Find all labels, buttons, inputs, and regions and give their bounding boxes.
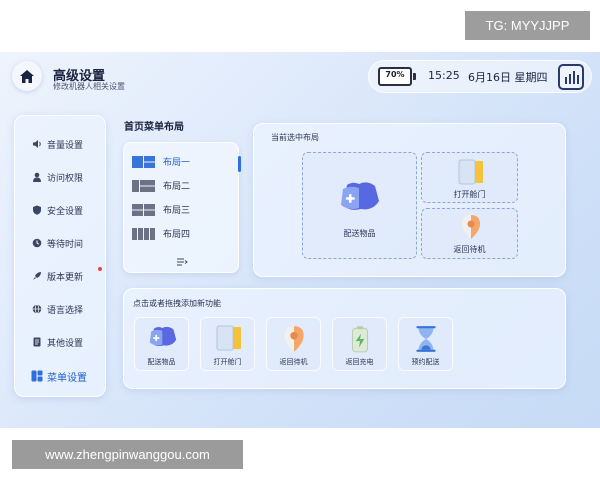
clock-time: 15:25 — [428, 69, 460, 82]
battery-terminal — [413, 73, 416, 80]
globe-icon — [32, 304, 42, 314]
delivery-box-icon — [341, 182, 379, 210]
more-layouts-icon[interactable] — [176, 257, 188, 267]
sidebar-item-label: 菜单设置 — [47, 373, 87, 384]
current-layout-title: 当前选中布局 — [271, 133, 319, 142]
layout-1-thumbnail — [132, 156, 155, 168]
active-layout-indicator — [238, 156, 241, 172]
layout-option-3[interactable]: 布局三 — [132, 200, 236, 220]
sidebar-item-other[interactable]: 其他设置 — [15, 330, 107, 354]
sidebar-item-language[interactable]: 语言选择 — [15, 297, 107, 321]
sidebar-item-label: 其他设置 — [47, 339, 84, 349]
layout-4-thumbnail — [132, 228, 155, 240]
layout-option-2[interactable]: 布局二 — [132, 176, 236, 196]
home-button[interactable] — [12, 61, 42, 91]
watermark-top: TG: MYYJJPP — [465, 11, 590, 40]
screenshot-page: TG: MYYJJPP 高级设置 修改机器人相关设置 70% 15:25 6月1… — [0, 0, 600, 480]
layout-option-label: 布局三 — [163, 206, 191, 216]
battery-level-text: 70% — [385, 70, 405, 79]
location-pin-icon — [284, 326, 304, 352]
stats-button[interactable] — [558, 64, 584, 90]
function-label: 预约配送 — [411, 358, 440, 366]
function-label: 打开舱门 — [213, 358, 242, 366]
page-subtitle: 修改机器人相关设置 — [53, 82, 125, 91]
sidebar-item-label: 等待时间 — [47, 240, 84, 250]
add-function-title: 点击或者拖拽添加新功能 — [133, 299, 221, 308]
add-function-schedule-delivery[interactable]: 预约配送 — [398, 317, 453, 371]
sidebar-item-menu-settings[interactable]: 菜单设置 — [15, 364, 107, 388]
settings-app: 高级设置 修改机器人相关设置 70% 15:25 6月16日 星期四 音量设置 — [0, 52, 600, 428]
function-label: 返回充电 — [345, 358, 374, 366]
battery-charge-icon — [351, 326, 369, 353]
slot-label: 打开舱门 — [453, 190, 486, 199]
layout-option-4[interactable]: 布局四 — [132, 224, 236, 244]
add-function-open-hatch[interactable]: 打开舱门 — [200, 317, 255, 371]
rocket-icon — [33, 272, 41, 280]
location-pin-icon — [462, 215, 480, 239]
sidebar-item-label: 安全设置 — [47, 207, 84, 217]
layout-list-panel: 布局一 布局二 布局三 布局四 — [123, 142, 241, 273]
sidebar-item-label: 版本更新 — [47, 273, 84, 283]
battery-icon: 70% — [378, 67, 412, 86]
layout-option-label: 布局一 — [163, 158, 191, 168]
function-label: 配送物品 — [147, 358, 176, 366]
user-icon — [33, 172, 41, 182]
date-text: 6月16日 星期四 — [468, 71, 548, 84]
bar-chart-icon — [565, 71, 579, 84]
layout-2-thumbnail — [132, 180, 155, 192]
add-function-return-charge[interactable]: 返回充电 — [332, 317, 387, 371]
menu-grid-icon — [31, 370, 43, 382]
hatch-door-icon — [216, 325, 241, 351]
hourglass-icon — [416, 326, 436, 352]
layout-option-label: 布局二 — [163, 182, 191, 192]
settings-sidebar: 音量设置 访问权限 安全设置 等待时间 版本更新 语言选择 其他设置 菜单设置 — [14, 115, 106, 397]
add-function-deliver[interactable]: 配送物品 — [134, 317, 189, 371]
sidebar-item-label: 语言选择 — [47, 306, 84, 316]
hatch-door-icon — [458, 159, 483, 185]
sidebar-item-label: 访问权限 — [47, 174, 84, 184]
speaker-icon — [33, 140, 41, 148]
layout-slot-top-right[interactable]: 打开舱门 — [421, 152, 518, 203]
shield-icon — [33, 205, 41, 215]
update-badge — [98, 267, 102, 271]
document-icon — [33, 337, 41, 347]
sidebar-item-label: 音量设置 — [47, 141, 84, 151]
home-menu-title: 首页菜单布局 — [124, 122, 184, 133]
sidebar-item-wait-time[interactable]: 等待时间 — [15, 231, 107, 255]
sidebar-item-version-update[interactable]: 版本更新 — [15, 264, 107, 288]
slot-label: 返回待机 — [453, 245, 486, 254]
sidebar-item-security[interactable]: 安全设置 — [15, 198, 107, 222]
sidebar-item-access[interactable]: 访问权限 — [15, 165, 107, 189]
function-label: 返回待机 — [279, 358, 308, 366]
layout-option-label: 布局四 — [163, 230, 191, 240]
sidebar-item-volume[interactable]: 音量设置 — [15, 132, 107, 156]
delivery-box-icon — [149, 326, 177, 346]
slot-label: 配送物品 — [343, 229, 376, 238]
clock-icon — [32, 238, 42, 248]
layout-option-1[interactable]: 布局一 — [132, 152, 236, 172]
layout-slot-large[interactable]: 配送物品 — [302, 152, 417, 259]
watermark-bottom: www.zhengpinwanggou.com — [12, 440, 243, 469]
layout-slot-bottom-right[interactable]: 返回待机 — [421, 208, 518, 259]
home-icon — [20, 69, 34, 83]
layout-3-thumbnail — [132, 204, 155, 216]
add-function-return-standby[interactable]: 返回待机 — [266, 317, 321, 371]
